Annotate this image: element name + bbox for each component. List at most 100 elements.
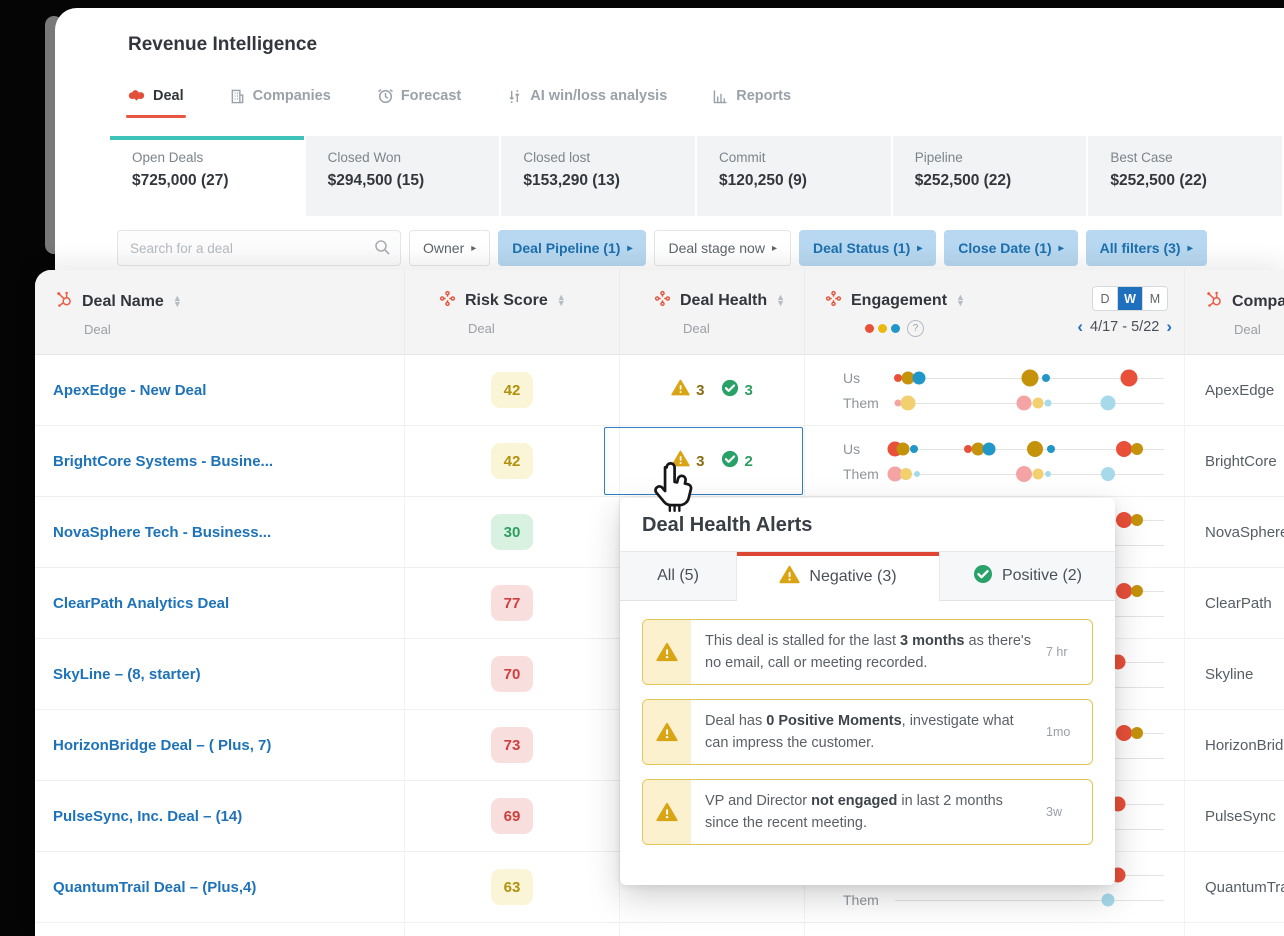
date-range: 4/17 - 5/22 <box>1090 318 1160 335</box>
tab-deal[interactable]: Deal <box>126 88 186 118</box>
search-icon <box>374 239 391 261</box>
deal-name-link[interactable]: ClearPath Analytics Deal <box>53 595 229 612</box>
filter-deal-pipeline[interactable]: Deal Pipeline (1) ▸ <box>498 230 647 266</box>
tab-forecast[interactable]: Forecast <box>377 88 461 118</box>
risk-score-badge: 69 <box>491 798 533 834</box>
engagement-cell: Us Them <box>805 355 1185 425</box>
summary-card-closed-lost[interactable]: Closed lost $153,290 (13) <box>501 136 698 216</box>
card-label: Closed Won <box>327 150 401 165</box>
col-deal-name: Deal Name ▲ ▼ Deal <box>35 270 405 354</box>
chevron-left-icon[interactable]: ‹ <box>1077 318 1083 335</box>
stage: Revenue Intelligence Deal Companies Fore… <box>0 0 1284 936</box>
filter-deal-status[interactable]: Deal Status (1) ▸ <box>799 230 937 266</box>
table-row: Us Them <box>35 923 1284 936</box>
engagement-cell: Us Them <box>805 923 1185 936</box>
toggle-week[interactable]: W <box>1118 287 1143 310</box>
popup-tabs: All (5) Negative (3) Positive (2) <box>620 552 1115 601</box>
col-company: Company Deal <box>1185 270 1284 354</box>
summary-card-best-case[interactable]: Best Case $252,500 (22) <box>1088 136 1284 216</box>
alert-card: This deal is stalled for the last 3 mont… <box>642 619 1093 686</box>
column-title: Company <box>1232 292 1284 310</box>
card-value: $252,500 (22) <box>914 172 1012 189</box>
card-value: $120,250 (9) <box>719 172 807 189</box>
deal-name-link[interactable]: HorizonBridge Deal – ( Plus, 7) <box>53 737 271 754</box>
hubspot-sprocket-icon <box>55 290 73 313</box>
company-name: ClearPath <box>1205 594 1272 612</box>
deal-name-link[interactable]: ApexEdge - New Deal <box>53 382 206 399</box>
card-label: Best Case <box>1110 150 1173 165</box>
summary-cards: Open Deals $725,000 (27) Closed Won $294… <box>110 136 1284 216</box>
column-subtitle: Deal <box>683 321 710 336</box>
deal-name-link[interactable]: SkyLine – (8, starter) <box>53 666 201 683</box>
card-label: Open Deals <box>132 150 204 165</box>
col-deal-health: Deal Health ▲ ▼ Deal <box>620 270 805 354</box>
alert-card: VP and Director not engaged in last 2 mo… <box>642 779 1093 846</box>
help-icon[interactable]: ? <box>907 320 924 337</box>
risk-score-badge: 42 <box>491 372 533 408</box>
tab-negative[interactable]: Negative (3) <box>737 552 940 601</box>
company-name: ApexEdge <box>1205 381 1275 399</box>
card-label: Closed lost <box>523 150 591 165</box>
caret-icon: ▸ <box>917 242 923 254</box>
period-toggle: D W M <box>1092 286 1168 311</box>
deal-health-cell[interactable] <box>620 923 805 936</box>
tab-label: Deal <box>153 88 184 104</box>
check-icon <box>973 564 993 589</box>
forecast-icon <box>377 88 393 104</box>
risk-score-badge: 77 <box>491 585 533 621</box>
search-input[interactable] <box>117 230 401 266</box>
column-title: Risk Score <box>465 292 548 309</box>
deal-health-cell[interactable]: 3 3 <box>620 355 805 425</box>
engagement-cell: Us Them <box>805 426 1185 496</box>
deal-name-link[interactable]: PulseSync, Inc. Deal – (14) <box>53 808 242 825</box>
summary-card-open-deals[interactable]: Open Deals $725,000 (27) <box>110 136 306 216</box>
filter-owner[interactable]: Owner ▸ <box>409 230 491 266</box>
card-label: Pipeline <box>914 150 963 165</box>
filter-all-filters[interactable]: All filters (3) ▸ <box>1085 230 1207 266</box>
toggle-month[interactable]: M <box>1143 287 1167 310</box>
tab-positive[interactable]: Positive (2) <box>940 552 1115 601</box>
legend-dot-red <box>865 324 874 333</box>
tab-companies[interactable]: Companies <box>230 88 331 118</box>
warning-icon <box>671 450 690 472</box>
legend-dot-yellow <box>878 324 887 333</box>
deal-name-link[interactable]: NovaSphere Tech - Business... <box>53 524 271 541</box>
risk-score-badge: 70 <box>491 656 533 692</box>
alert-card: Deal has 0 Positive Moments, investigate… <box>642 699 1093 766</box>
deal-name-link[interactable]: QuantumTrail Deal – (Plus,4) <box>53 879 256 896</box>
property-icon <box>654 290 671 312</box>
column-title: Deal Health <box>680 292 768 309</box>
them-timeline <box>887 465 1164 482</box>
sort-icon[interactable]: ▲ ▼ <box>956 293 965 307</box>
toggle-day[interactable]: D <box>1093 287 1118 310</box>
card-value: $725,000 (27) <box>132 172 229 189</box>
tab-reports[interactable]: Reports <box>713 88 791 118</box>
filter-close-date[interactable]: Close Date (1) ▸ <box>944 230 1078 266</box>
filter-deal-stage[interactable]: Deal stage now ▸ <box>654 230 791 266</box>
caret-icon: ▸ <box>1187 242 1193 254</box>
tab-label: AI win/loss analysis <box>530 88 668 104</box>
companies-icon <box>230 89 245 104</box>
deal-name-link[interactable]: BrightCore Systems - Busine... <box>53 453 273 470</box>
check-icon <box>721 450 739 473</box>
ai-winloss-icon <box>507 89 522 104</box>
deal-icon <box>128 89 145 104</box>
sort-icon[interactable]: ▲ ▼ <box>173 294 182 308</box>
alert-time: 3w <box>1046 805 1062 820</box>
deal-health-cell[interactable]: 3 2 <box>604 426 805 496</box>
chevron-right-icon[interactable]: › <box>1166 318 1172 335</box>
summary-card-pipeline[interactable]: Pipeline $252,500 (22) <box>892 136 1089 216</box>
sort-icon[interactable]: ▲ ▼ <box>776 293 785 307</box>
reports-icon <box>713 89 728 104</box>
card-label: Commit <box>719 150 766 165</box>
table-row: ApexEdge - New Deal 42 3 3 Us Them ApexE… <box>35 355 1284 426</box>
tab-ai-winloss[interactable]: AI win/loss analysis <box>507 88 667 118</box>
tab-label: Reports <box>736 88 792 104</box>
summary-card-closed-won[interactable]: Closed Won $294,500 (15) <box>305 136 502 216</box>
summary-card-commit[interactable]: Commit $120,250 (9) <box>697 136 893 216</box>
warning-icon <box>643 700 691 765</box>
tab-all[interactable]: All (5) <box>620 552 737 601</box>
company-name: Skyline <box>1205 665 1254 683</box>
sort-icon[interactable]: ▲ ▼ <box>557 293 566 307</box>
alerts-list: This deal is stalled for the last 3 mont… <box>620 601 1115 863</box>
